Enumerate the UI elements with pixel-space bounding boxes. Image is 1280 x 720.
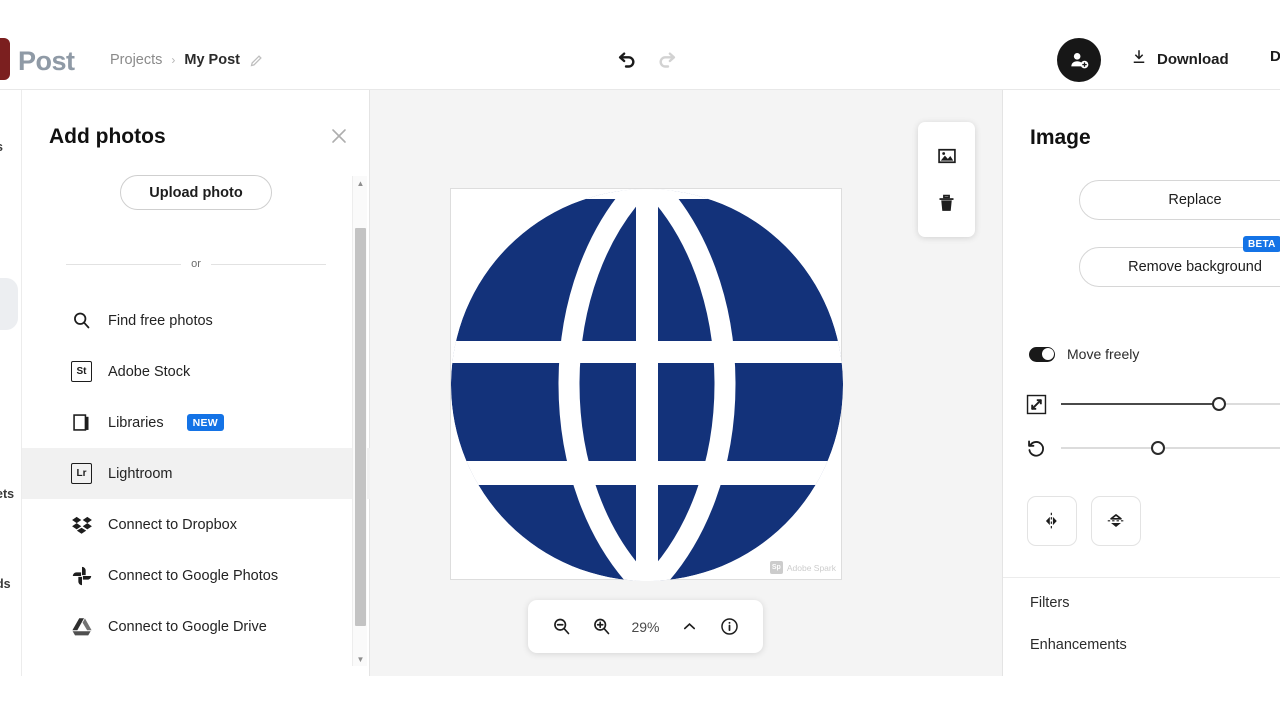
rail-label-2[interactable]: ds <box>0 577 11 591</box>
add-collaborator-avatar-icon[interactable] <box>1057 38 1101 82</box>
google-drive-icon <box>70 615 93 638</box>
rotate-icon <box>1025 437 1047 459</box>
info-icon[interactable] <box>715 613 743 641</box>
spark-mark-icon: Sp <box>769 561 783 574</box>
or-divider: or <box>66 258 326 270</box>
rotate-slider-row[interactable] <box>1025 435 1280 461</box>
rotate-slider-thumb[interactable] <box>1150 441 1165 455</box>
source-item-adobe-stock[interactable]: St Adobe Stock <box>22 346 370 397</box>
image-replace-icon[interactable] <box>930 139 964 173</box>
upload-photo-wrap: Upload photo <box>22 175 370 210</box>
source-label: Connect to Dropbox <box>108 516 237 533</box>
source-item-dropbox[interactable]: Connect to Dropbox <box>22 499 370 550</box>
source-label: Connect to Google Drive <box>108 618 267 635</box>
move-freely-row[interactable]: Move freely <box>1029 346 1139 362</box>
watermark-label: Adobe Spark <box>786 562 836 573</box>
redo-arrow-icon[interactable] <box>654 48 682 74</box>
panel-divider <box>1003 577 1280 578</box>
breadcrumb-current[interactable]: My Post <box>184 52 240 68</box>
lightroom-icon: Lr <box>70 462 93 485</box>
photo-source-list: Find free photos St Adobe Stock Librarie… <box>22 295 370 652</box>
source-item-libraries[interactable]: Libraries NEW <box>22 397 370 448</box>
rail-label-0[interactable]: s <box>0 140 3 154</box>
globe-image[interactable] <box>451 189 843 581</box>
source-item-google-photos[interactable]: Connect to Google Photos <box>22 550 370 601</box>
undo-redo-group <box>612 48 682 74</box>
trash-delete-icon[interactable] <box>930 186 964 220</box>
move-freely-toggle[interactable] <box>1029 346 1055 362</box>
chevron-up-icon[interactable] <box>676 613 704 641</box>
source-item-find-free-photos[interactable]: Find free photos <box>22 295 370 346</box>
zoom-level-label[interactable]: 29% <box>626 619 664 635</box>
download-arrow-icon <box>1130 48 1148 70</box>
adobe-spark-watermark: Sp Adobe Spark <box>769 561 836 574</box>
cut-off-right-label[interactable]: D <box>1270 48 1280 65</box>
search-icon <box>70 309 93 332</box>
source-label: Libraries <box>108 414 164 431</box>
letterbox-top <box>0 0 1280 28</box>
scroll-up-arrow-icon[interactable]: ▲ <box>353 176 368 190</box>
or-line-left <box>66 263 182 265</box>
scale-slider-row[interactable] <box>1025 391 1280 417</box>
filters-section[interactable]: Filters <box>1030 595 1069 611</box>
source-label: Find free photos <box>108 312 213 329</box>
rotate-slider-track[interactable] <box>1061 441 1280 455</box>
image-panel-title: Image <box>1030 126 1091 149</box>
breadcrumb: Projects › My Post <box>110 52 264 68</box>
download-label: Download <box>1157 50 1229 68</box>
zoom-toolbar: 29% <box>528 600 763 653</box>
flip-buttons-row <box>1027 496 1141 546</box>
or-line-right <box>210 263 326 265</box>
close-icon[interactable] <box>329 126 349 146</box>
scale-slider-fill <box>1061 403 1220 405</box>
breadcrumb-separator: › <box>171 53 176 67</box>
upload-photo-button[interactable]: Upload photo <box>120 175 272 210</box>
artboard[interactable]: Sp Adobe Spark <box>450 188 843 581</box>
letterbox-bottom <box>0 676 1280 720</box>
scale-slider-track[interactable] <box>1061 397 1280 411</box>
dropbox-icon <box>70 513 93 536</box>
adobe-stock-icon: St <box>70 360 93 383</box>
badge-beta: BETA <box>1243 236 1280 252</box>
source-item-google-drive[interactable]: Connect to Google Drive <box>22 601 370 652</box>
toggle-knob <box>1041 348 1054 360</box>
rail-label-1[interactable]: ets <box>0 487 14 501</box>
panel-scrollbar[interactable]: ▲ ▼ <box>352 176 367 666</box>
image-properties-panel: Image Replace Remove background BETA Mov… <box>1002 90 1280 676</box>
undo-arrow-icon[interactable] <box>612 48 640 74</box>
google-photos-icon <box>70 564 93 587</box>
app-root: Post Projects › My Post Download D ts s … <box>0 0 1280 720</box>
scroll-down-arrow-icon[interactable]: ▼ <box>353 652 368 666</box>
editor-canvas[interactable]: Sp Adobe Spark 29% <box>370 90 1002 676</box>
image-float-toolbar <box>918 122 975 237</box>
add-photos-title: Add photos <box>49 125 166 148</box>
add-photos-panel: Add photos Upload photo or Find free pho… <box>22 90 370 676</box>
source-label: Connect to Google Photos <box>108 567 279 584</box>
or-label: or <box>191 258 201 270</box>
download-button[interactable]: Download <box>1130 48 1229 70</box>
zoom-in-icon[interactable] <box>587 613 615 641</box>
scrollbar-thumb[interactable] <box>355 228 366 626</box>
source-label: Lightroom <box>108 465 173 482</box>
source-label: Adobe Stock <box>108 363 191 380</box>
globe-graphic <box>451 189 843 581</box>
replace-button[interactable]: Replace <box>1079 180 1280 220</box>
brand-logo-mark <box>0 38 10 80</box>
flip-vertical-icon[interactable] <box>1091 496 1141 546</box>
flip-horizontal-icon[interactable] <box>1027 496 1077 546</box>
remove-background-button[interactable]: Remove background <box>1079 247 1280 287</box>
left-rail: s ets ds <box>0 90 22 676</box>
libraries-icon <box>70 411 93 434</box>
page-title: Post <box>18 46 75 76</box>
badge-new: NEW <box>186 414 225 431</box>
enhancements-section[interactable]: Enhancements <box>1030 637 1127 653</box>
source-item-lightroom[interactable]: Lr Lightroom <box>22 448 370 499</box>
zoom-out-icon[interactable] <box>548 613 576 641</box>
resize-scale-icon <box>1025 393 1047 415</box>
pencil-icon[interactable] <box>249 53 264 68</box>
scale-slider-thumb[interactable] <box>1212 397 1227 411</box>
move-freely-label: Move freely <box>1067 346 1140 362</box>
breadcrumb-projects[interactable]: Projects <box>110 52 162 68</box>
rail-active-pill <box>0 278 18 330</box>
